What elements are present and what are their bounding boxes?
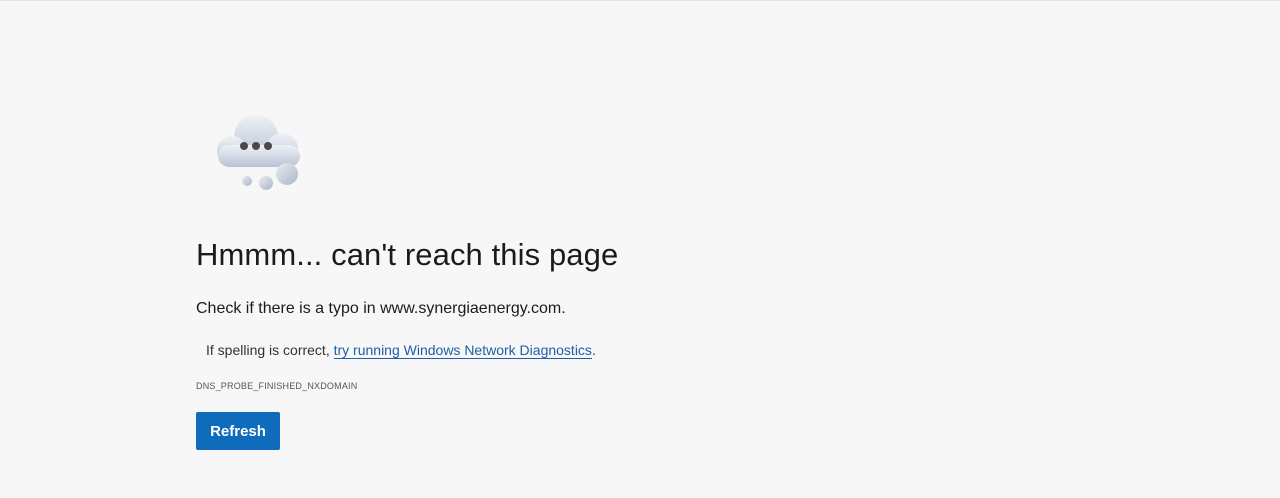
network-diagnostics-link[interactable]: try running Windows Network Diagnostics xyxy=(333,342,592,359)
refresh-button[interactable]: Refresh xyxy=(196,412,280,450)
error-page: Hmmm... can't reach this page Check if t… xyxy=(0,0,1280,498)
typo-message: Check if there is a typo in www.synergia… xyxy=(196,300,566,318)
suggestion-suffix: . xyxy=(591,342,596,358)
diagnostics-suggestion: If spelling is correct, try running Wind… xyxy=(206,342,596,359)
typo-suffix: . xyxy=(561,300,566,317)
typo-prefix: Check if there is a typo in xyxy=(196,300,381,317)
dot-icon xyxy=(252,142,260,150)
domain-name: www.synergiaenergy.com xyxy=(380,300,562,317)
page-title: Hmmm... can't reach this page xyxy=(196,237,619,272)
suggestion-prefix: If spelling is correct, xyxy=(206,342,334,358)
dot-icon xyxy=(240,142,248,150)
dot-icon xyxy=(264,142,272,150)
cloud-thinking-icon xyxy=(217,115,300,190)
error-code: DNS_PROBE_FINISHED_NXDOMAIN xyxy=(196,381,358,391)
